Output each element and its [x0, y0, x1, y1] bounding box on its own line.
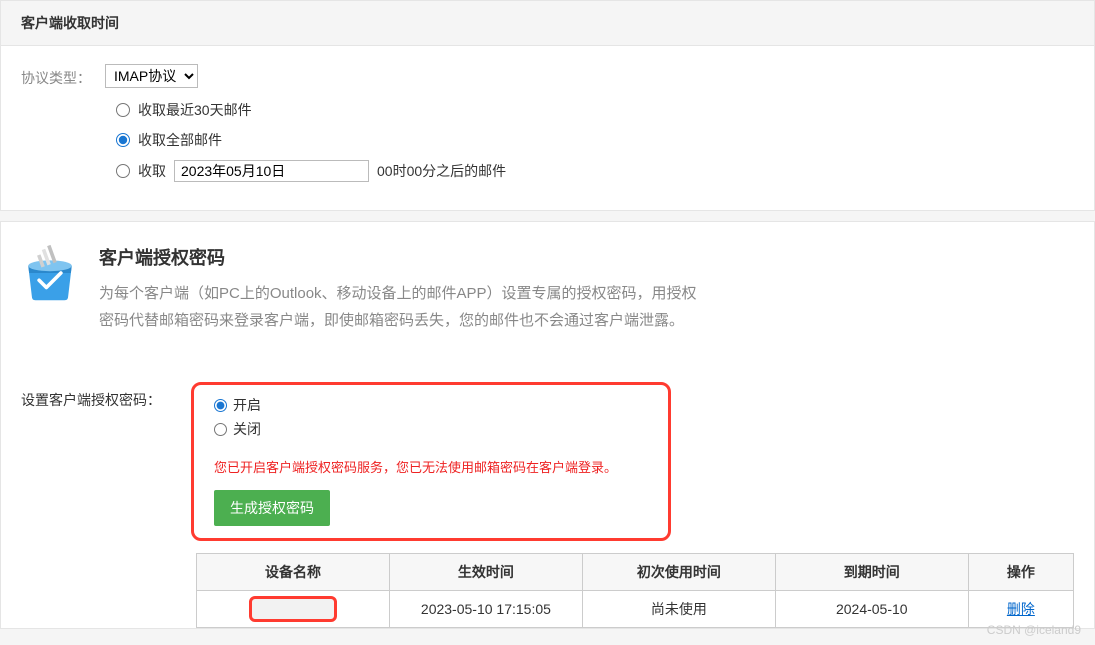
panel-header: 客户端收取时间 — [1, 1, 1094, 46]
setting-label: 设置客户端授权密码： — [21, 382, 161, 410]
option-since-suffix: 00时00分之后的邮件 — [377, 161, 506, 181]
cell-device — [197, 591, 390, 628]
option-all-label: 收取全部邮件 — [138, 130, 222, 150]
cell-action: 删除 — [968, 591, 1073, 628]
recycle-bin-icon — [21, 244, 79, 302]
cell-expire: 2024-05-10 — [775, 591, 968, 628]
radio-on[interactable] — [214, 399, 227, 412]
option-recent-30[interactable]: 收取最近30天邮件 — [116, 100, 1074, 120]
generate-auth-password-button[interactable]: 生成授权密码 — [214, 490, 330, 526]
auth-text-block: 客户端授权密码 为每个客户端（如PC上的Outlook、移动设备上的邮件APP）… — [99, 244, 697, 334]
cell-effective: 2023-05-10 17:15:05 — [389, 591, 582, 628]
device-table: 设备名称 生效时间 初次使用时间 到期时间 操作 2023-05-10 17:1… — [196, 553, 1074, 628]
option-all[interactable]: 收取全部邮件 — [116, 130, 1074, 150]
device-table-wrap: 设备名称 生效时间 初次使用时间 到期时间 操作 2023-05-10 17:1… — [1, 541, 1094, 628]
protocol-label: 协议类型： — [21, 64, 91, 88]
toggle-off-label: 关闭 — [233, 419, 261, 439]
option-since-prefix: 收取 — [138, 161, 166, 181]
option-recent-30-label: 收取最近30天邮件 — [138, 100, 252, 120]
option-since[interactable]: 收取 00时00分之后的邮件 — [116, 160, 1074, 182]
toggle-on-row[interactable]: 开启 — [214, 395, 648, 415]
client-retrieve-time-panel: 客户端收取时间 协议类型： IMAP协议 收取最近30天邮件 收取全部邮件 — [0, 0, 1095, 211]
auth-setting-row: 设置客户端授权密码： 开启 关闭 您已开启客户端授权密码服务，您已无法使用邮箱密… — [1, 364, 1094, 541]
radio-since[interactable] — [116, 164, 130, 178]
panel-body: 协议类型： IMAP协议 收取最近30天邮件 收取全部邮件 收取 — [1, 46, 1094, 210]
radio-off[interactable] — [214, 423, 227, 436]
auth-description: 为每个客户端（如PC上的Outlook、移动设备上的邮件APP）设置专属的授权密… — [99, 280, 697, 334]
th-device: 设备名称 — [197, 554, 390, 591]
redacted-device-name — [249, 596, 337, 622]
delete-link[interactable]: 删除 — [1007, 601, 1035, 617]
protocol-select[interactable]: IMAP协议 — [105, 64, 198, 88]
cell-first-use: 尚未使用 — [582, 591, 775, 628]
auth-header-section: 客户端授权密码 为每个客户端（如PC上的Outlook、移动设备上的邮件APP）… — [1, 222, 1094, 364]
th-expire: 到期时间 — [775, 554, 968, 591]
radio-all[interactable] — [116, 133, 130, 147]
th-effective: 生效时间 — [389, 554, 582, 591]
since-date-input[interactable] — [174, 160, 369, 182]
th-action: 操作 — [968, 554, 1073, 591]
table-row: 2023-05-10 17:15:05 尚未使用 2024-05-10 删除 — [197, 591, 1074, 628]
table-header-row: 设备名称 生效时间 初次使用时间 到期时间 操作 — [197, 554, 1074, 591]
toggle-off-row[interactable]: 关闭 — [214, 419, 648, 439]
client-auth-password-panel: 客户端授权密码 为每个客户端（如PC上的Outlook、移动设备上的邮件APP）… — [0, 221, 1095, 629]
warning-text: 您已开启客户端授权密码服务，您已无法使用邮箱密码在客户端登录。 — [214, 457, 648, 476]
radio-recent-30[interactable] — [116, 103, 130, 117]
toggle-on-label: 开启 — [233, 395, 261, 415]
panel-title: 客户端收取时间 — [21, 15, 119, 31]
th-first-use: 初次使用时间 — [582, 554, 775, 591]
highlight-box: 开启 关闭 您已开启客户端授权密码服务，您已无法使用邮箱密码在客户端登录。 生成… — [191, 382, 671, 541]
auth-title: 客户端授权密码 — [99, 244, 697, 270]
